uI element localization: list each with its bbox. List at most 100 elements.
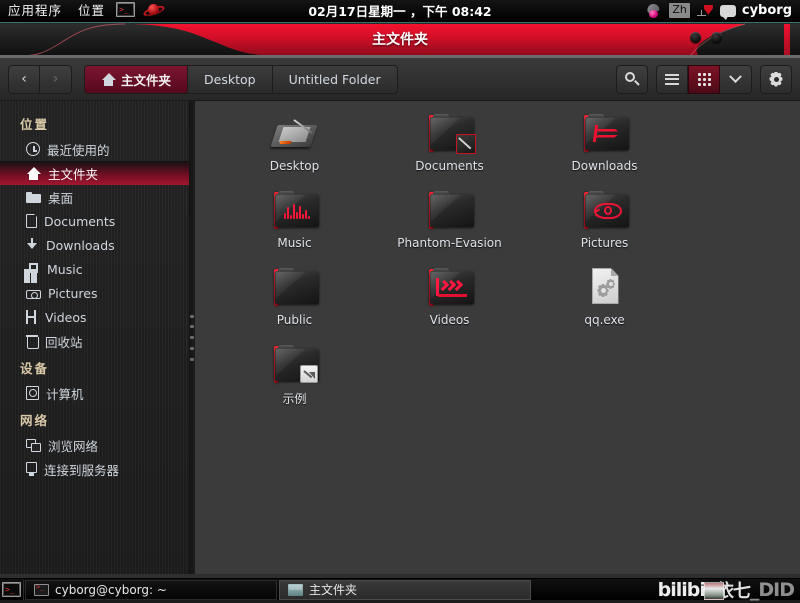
file-label: Downloads bbox=[572, 159, 638, 173]
system-tray: Zh cyborg bbox=[645, 3, 800, 19]
menu-applications[interactable]: 应用程序 bbox=[0, 0, 70, 22]
network-icon[interactable] bbox=[696, 3, 714, 19]
folder-music-icon bbox=[269, 188, 321, 233]
file-item[interactable]: Documents bbox=[372, 111, 527, 188]
sidebar-item-videos[interactable]: Videos bbox=[0, 305, 189, 329]
file-item[interactable]: Pictures bbox=[527, 188, 682, 265]
sidebar-item-desktop[interactable]: 桌面 bbox=[0, 185, 189, 209]
breadcrumb-item-desktop[interactable]: Desktop bbox=[188, 65, 273, 94]
splitter-grip[interactable] bbox=[190, 315, 194, 361]
folder-videos-icon bbox=[424, 265, 476, 310]
breadcrumb-item-home[interactable]: 主文件夹 bbox=[84, 65, 188, 94]
sidebar-item-label: 最近使用的 bbox=[47, 140, 110, 159]
chat-icon[interactable] bbox=[720, 5, 736, 17]
breadcrumb-item-untitled-folder[interactable]: Untitled Folder bbox=[273, 65, 398, 94]
executable-file-icon bbox=[579, 265, 631, 310]
menu-places[interactable]: 位置 bbox=[70, 0, 113, 22]
sidebar-item-computer[interactable]: 计算机 bbox=[0, 381, 189, 405]
terminal-icon bbox=[116, 2, 135, 17]
file-label: Phantom-Evasion bbox=[397, 236, 501, 250]
file-item[interactable]: Desktop bbox=[217, 111, 372, 188]
input-method-indicator[interactable]: Zh bbox=[669, 3, 690, 18]
file-item[interactable]: Public bbox=[217, 265, 372, 342]
view-options-button[interactable] bbox=[720, 65, 752, 94]
sidebar-item-label: 计算机 bbox=[46, 384, 84, 403]
file-list-view[interactable]: Desktop Documents bbox=[195, 101, 800, 574]
breadcrumb-label: Untitled Folder bbox=[289, 72, 381, 87]
disk-icon bbox=[26, 386, 39, 400]
sidebar-item-connect-to-server[interactable]: 连接到服务器 bbox=[0, 457, 189, 481]
terminal-launcher[interactable] bbox=[116, 2, 136, 19]
file-label: 示例 bbox=[282, 390, 306, 407]
file-item[interactable]: Downloads bbox=[527, 111, 682, 188]
breadcrumb-label: Desktop bbox=[204, 72, 256, 87]
window-body: 位置 最近使用的 主文件夹 桌面 Documents Downloads bbox=[0, 101, 800, 574]
file-label: qq.exe bbox=[584, 313, 624, 327]
file-item[interactable]: 示例 bbox=[217, 342, 372, 419]
sidebar-item-label: Music bbox=[47, 262, 83, 277]
sidebar-item-trash[interactable]: 回收站 bbox=[0, 329, 189, 353]
settings-button[interactable] bbox=[760, 65, 792, 94]
minimize-button[interactable] bbox=[690, 32, 701, 43]
sidebar-item-label: 回收站 bbox=[45, 332, 83, 351]
forward-button[interactable]: › bbox=[40, 65, 72, 94]
places-sidebar: 位置 最近使用的 主文件夹 桌面 Documents Downloads bbox=[0, 101, 189, 574]
sidebar-section-devices: 设备 bbox=[0, 353, 189, 381]
clock-icon bbox=[26, 142, 40, 156]
document-icon bbox=[26, 214, 37, 228]
folder-downloads-icon bbox=[579, 111, 631, 156]
music-icon bbox=[26, 263, 40, 276]
list-view-icon bbox=[665, 74, 679, 85]
sidebar-section-places: 位置 bbox=[0, 109, 189, 137]
file-label: Videos bbox=[430, 313, 470, 327]
file-item[interactable]: Phantom-Evasion bbox=[372, 188, 527, 265]
sidebar-item-recent[interactable]: 最近使用的 bbox=[0, 137, 189, 161]
window-titlebar[interactable]: 主文件夹 bbox=[0, 22, 800, 58]
sidebar-item-label: Pictures bbox=[48, 286, 98, 301]
breadcrumb-label: 主文件夹 bbox=[121, 70, 171, 89]
search-button[interactable] bbox=[616, 65, 648, 94]
home-icon bbox=[101, 73, 116, 86]
server-icon bbox=[26, 462, 37, 476]
task-label: 主文件夹 bbox=[309, 581, 357, 598]
sidebar-item-label: Documents bbox=[44, 214, 115, 229]
titlebar-accent-stripe bbox=[784, 24, 790, 56]
task-label: cyborg@cyborg: ~ bbox=[55, 583, 167, 597]
file-label: Desktop bbox=[270, 159, 320, 173]
symlink-badge-icon bbox=[300, 365, 318, 383]
file-item[interactable]: qq.exe bbox=[527, 265, 682, 342]
folder-documents-icon bbox=[424, 111, 476, 156]
sidebar-item-downloads[interactable]: Downloads bbox=[0, 233, 189, 257]
network-browse-icon bbox=[26, 439, 41, 452]
watermark: bilibili 依七 _DID bbox=[658, 577, 800, 603]
sidebar-item-music[interactable]: Music bbox=[0, 257, 189, 281]
watermark-thumbnail bbox=[704, 582, 724, 600]
planet-launcher-icon[interactable] bbox=[143, 2, 165, 19]
sidebar-item-label: 桌面 bbox=[48, 188, 73, 207]
sidebar-item-pictures[interactable]: Pictures bbox=[0, 281, 189, 305]
file-label: Pictures bbox=[581, 236, 629, 250]
taskbar-launcher[interactable] bbox=[0, 580, 24, 600]
list-view-button[interactable] bbox=[656, 65, 688, 94]
task-button-terminal[interactable]: cyborg@cyborg: ~ bbox=[25, 580, 277, 600]
file-manager-window: 主文件夹 ‹ › 主文件夹 Desktop Untitled Folder bbox=[0, 22, 800, 578]
file-manager-icon bbox=[288, 584, 303, 596]
task-button-file-manager[interactable]: 主文件夹 bbox=[279, 580, 531, 600]
terminal-icon bbox=[2, 582, 21, 597]
sidebar-item-documents[interactable]: Documents bbox=[0, 209, 189, 233]
sidebar-item-browse-network[interactable]: 浏览网络 bbox=[0, 433, 189, 457]
breadcrumb: 主文件夹 Desktop Untitled Folder bbox=[84, 65, 398, 94]
file-item[interactable]: Music bbox=[217, 188, 372, 265]
watermark-user-tail: _DID bbox=[750, 579, 794, 601]
file-item[interactable]: Videos bbox=[372, 265, 527, 342]
folder-icon bbox=[424, 188, 476, 233]
download-icon bbox=[26, 238, 39, 252]
sidebar-item-home[interactable]: 主文件夹 bbox=[0, 161, 189, 185]
grid-view-button[interactable] bbox=[688, 65, 720, 94]
username-label[interactable]: cyborg bbox=[742, 3, 792, 18]
maximize-button[interactable] bbox=[711, 32, 722, 43]
icon-grid: Desktop Documents bbox=[195, 111, 800, 419]
back-button[interactable]: ‹ bbox=[8, 65, 40, 94]
sidebar-section-network: 网络 bbox=[0, 405, 189, 433]
fedora-icon[interactable] bbox=[645, 3, 663, 19]
